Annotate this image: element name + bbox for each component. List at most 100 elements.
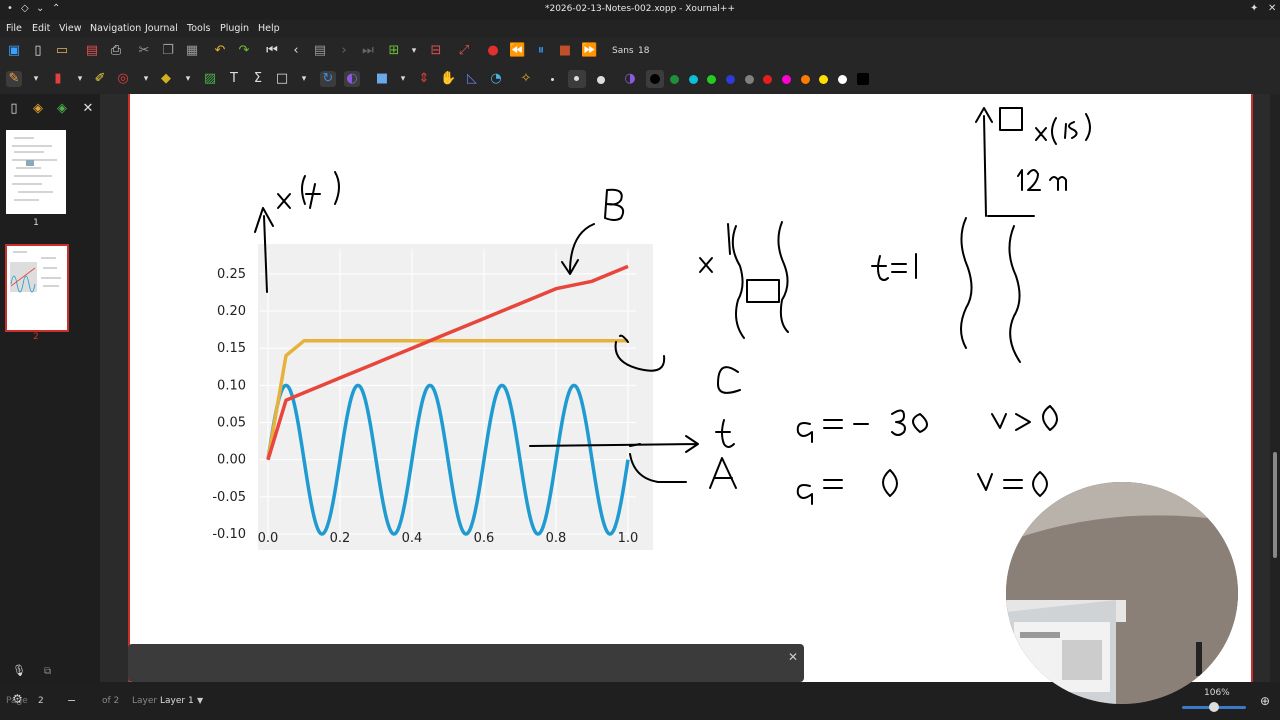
fullscreen-icon[interactable]: ⤢ (456, 43, 472, 59)
copy-icon-status[interactable]: ⧉ (44, 666, 51, 677)
ink-spring-left (731, 225, 745, 339)
ink-spare (643, 339, 667, 350)
page-preview-tab-icon[interactable]: ▯ (6, 101, 22, 117)
color-magenta-icon[interactable] (782, 75, 791, 84)
undo-icon[interactable]: ↶ (212, 43, 228, 59)
pause-icon[interactable]: ⏸ (533, 43, 549, 59)
medium-width-selected[interactable] (568, 70, 586, 88)
layers-tab-icon[interactable]: ◈ (30, 101, 46, 117)
goto-page-icon[interactable]: ▤ (312, 43, 328, 59)
page-thumbnail-1-label: 1 (33, 218, 39, 228)
color-gray-icon[interactable] (745, 75, 754, 84)
layer-preview-tab-icon[interactable]: ◈ (54, 101, 70, 117)
close-sidebar-icon[interactable]: ✕ (80, 101, 96, 117)
redo-icon[interactable]: ↷ (236, 43, 252, 59)
menu-navigation[interactable]: Navigation (90, 23, 141, 34)
layer-select[interactable]: Layer 1 (160, 696, 194, 706)
page-thumbnail-1[interactable] (6, 130, 66, 214)
first-page-icon[interactable]: ⏮ (264, 43, 280, 59)
region-dropdown-icon[interactable]: ▾ (395, 71, 411, 87)
highlighter-tool-icon[interactable]: ✐ (92, 71, 108, 87)
eraser-tool-icon[interactable]: ▮ (50, 71, 66, 87)
pin-window-icon[interactable]: ✦ (1250, 3, 1258, 14)
ruler-icon[interactable]: ◐ (344, 71, 360, 87)
image-tool-icon[interactable]: ▨ (202, 71, 218, 87)
menu-tools[interactable]: Tools (187, 23, 210, 34)
next-page-icon[interactable]: › (336, 43, 352, 59)
layer-dropdown-icon[interactable]: ▼ (197, 696, 203, 705)
rectangle-dropdown-icon[interactable]: ▾ (296, 71, 312, 87)
fast-forward-icon[interactable]: ⏩ (581, 43, 597, 59)
color-yellow-icon[interactable] (819, 75, 828, 84)
copy-icon[interactable]: ❐ (160, 43, 176, 59)
custom-color-icon[interactable] (857, 73, 869, 85)
save-icon[interactable]: ▣ (6, 43, 22, 59)
color-orange-icon[interactable] (801, 75, 810, 84)
setsquare-icon[interactable]: ◺ (464, 71, 480, 87)
delete-page-icon[interactable]: ⊟ (428, 43, 444, 59)
pen-settings-icon[interactable]: ✧ (518, 71, 534, 87)
shape-recognizer-icon[interactable]: ↻ (320, 71, 336, 87)
color-cyan-icon[interactable] (689, 75, 698, 84)
menu-help[interactable]: Help (258, 23, 280, 34)
menu-edit[interactable]: Edit (32, 23, 50, 34)
menu-plugin[interactable]: Plugin (220, 23, 249, 34)
vertical-scrollbar[interactable] (1270, 94, 1280, 682)
menu-journal[interactable]: Journal (145, 23, 178, 34)
fine-width-icon[interactable] (551, 78, 554, 81)
select-tool-icon[interactable]: ◎ (115, 71, 131, 87)
close-floating-toolbox-icon[interactable]: ✕ (788, 650, 798, 664)
color-light-green-icon[interactable] (707, 75, 716, 84)
menu-view[interactable]: View (59, 23, 82, 34)
scrollbar-thumb[interactable] (1273, 452, 1277, 558)
color-black-selected[interactable] (646, 70, 664, 88)
vertical-space-icon[interactable]: ⇕ (416, 71, 432, 87)
new-file-icon[interactable]: ▯ (30, 43, 46, 59)
pen-tool-icon[interactable]: ✎ (6, 71, 22, 87)
close-window-icon[interactable]: ✕ (1268, 3, 1276, 14)
region-select-icon[interactable]: ■ (374, 71, 390, 87)
shape-dropdown-icon[interactable]: ▾ (180, 71, 196, 87)
page-thumbnail-2[interactable] (5, 244, 69, 332)
thick-width-icon[interactable] (597, 76, 605, 84)
insert-page-icon[interactable]: ⊞ (386, 43, 402, 59)
fill-icon[interactable]: ◑ (622, 71, 638, 87)
zoom-fit-icon[interactable]: ⊕ (1260, 694, 1270, 708)
export-pdf-icon[interactable]: ▤ (84, 43, 100, 59)
eraser-dropdown-icon[interactable]: ▾ (72, 71, 88, 87)
menu-file[interactable]: File (6, 23, 22, 34)
open-folder-icon[interactable]: ▭ (54, 43, 70, 59)
compass-icon[interactable]: ◔ (488, 71, 504, 87)
ink-box-top (999, 107, 1023, 131)
rectangle-tool-icon[interactable]: □ (274, 71, 290, 87)
microphone-icon[interactable]: 🎙 (12, 664, 26, 677)
hand-tool-icon[interactable]: ✋ (440, 71, 456, 87)
color-blue-icon[interactable] (726, 75, 735, 84)
text-tool-icon[interactable]: T (226, 71, 242, 87)
latex-tool-icon[interactable]: Σ (250, 71, 266, 87)
cut-icon[interactable]: ✂ (136, 43, 152, 59)
pen-dropdown-icon[interactable]: ▾ (28, 71, 44, 87)
paste-icon[interactable]: ▦ (184, 43, 200, 59)
print-icon[interactable]: ⎙ (108, 43, 124, 59)
of-pages: of 2 (102, 696, 120, 706)
font-size[interactable]: 18 (638, 46, 649, 56)
shape-tool-icon[interactable]: ◆ (158, 71, 174, 87)
color-green-icon[interactable] (670, 75, 679, 84)
color-black-icon (650, 74, 660, 84)
ink-equation-v-gt-0 (991, 405, 1058, 431)
page-decrement-icon[interactable]: − (67, 694, 76, 707)
insert-page-dropdown-icon[interactable]: ▾ (406, 43, 422, 59)
ink-wall-right (1008, 225, 1021, 363)
select-dropdown-icon[interactable]: ▾ (138, 71, 154, 87)
font-name[interactable]: Sans (612, 46, 634, 56)
page-number-input[interactable]: 2 (38, 696, 44, 706)
zoom-slider-handle[interactable] (1209, 702, 1219, 712)
color-white-icon[interactable] (838, 75, 847, 84)
record-icon[interactable]: ● (485, 43, 501, 59)
color-red-icon[interactable] (763, 75, 772, 84)
previous-page-icon[interactable]: ‹ (288, 43, 304, 59)
stop-icon[interactable]: ■ (557, 43, 573, 59)
rewind-icon[interactable]: ⏪ (509, 43, 525, 59)
last-page-icon[interactable]: ⏭ (360, 43, 376, 59)
